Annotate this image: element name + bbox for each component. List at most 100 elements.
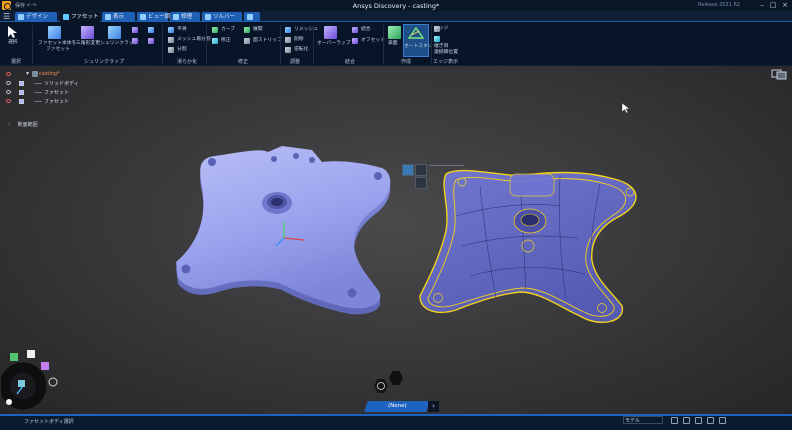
overlap-label: オーバーラップ [317, 41, 351, 46]
design-icon [18, 14, 24, 20]
tool-select-icon[interactable] [402, 164, 414, 176]
overlap-icon[interactable] [324, 26, 337, 39]
strip-label: 面ストリップ [253, 38, 282, 43]
visibility-eye-icon[interactable] [6, 90, 11, 94]
repair-icon [173, 14, 179, 20]
seam-icon[interactable] [434, 36, 440, 42]
view-icon [140, 14, 146, 20]
skin-icon[interactable] [388, 26, 401, 39]
cube-b-icon[interactable] [148, 27, 154, 33]
body-color-swatch [19, 90, 24, 95]
tab-facet[interactable]: ファセット [60, 12, 100, 22]
maximize-icon[interactable]: □ [768, 1, 778, 10]
visibility-eye-icon[interactable] [6, 81, 11, 85]
tab-design[interactable]: デザイン [15, 12, 57, 22]
body-color-swatch [19, 99, 24, 104]
menu-icon[interactable]: ☰ [3, 12, 10, 21]
visibility-eye-icon[interactable] [6, 72, 11, 76]
command-arrow-icon[interactable]: › [428, 401, 439, 412]
group-label-shrink: シュリンクラップ [84, 59, 125, 65]
smooth-icon[interactable] [168, 27, 174, 33]
facet-body-right[interactable] [419, 169, 637, 323]
cube-d-icon[interactable] [148, 38, 154, 44]
edge-label: エッジ [434, 26, 449, 31]
group-label-adjust: 調整 [290, 59, 301, 65]
status-field-label: モデル [625, 418, 641, 424]
remesh-adjust-label: リメッシュ [294, 27, 318, 32]
tree-root[interactable]: ▾ casting* [6, 70, 86, 79]
component-icon [32, 71, 38, 77]
visibility-eye-icon[interactable] [6, 99, 11, 103]
strip-icon[interactable] [244, 38, 250, 44]
facet-body-left[interactable] [176, 146, 391, 315]
reverse-label: 逆転化 [294, 47, 309, 52]
expand-icon[interactable] [244, 27, 250, 33]
combine-icon[interactable] [352, 27, 358, 33]
tab-view[interactable]: ビュー調整 [137, 12, 176, 22]
reverse-icon[interactable] [285, 47, 291, 53]
cube-c-icon[interactable] [132, 38, 138, 44]
split-icon[interactable] [168, 47, 174, 53]
ribbon: 選択 ファセット本体を ファセット 三角形変更 シュリンクラップ シュリンクラッ… [0, 22, 792, 66]
tree-item[interactable]: ソリッドボディ [6, 79, 86, 88]
cube-a-icon[interactable] [132, 27, 138, 33]
split-label: 分割 [177, 47, 187, 52]
status-icon-3[interactable] [695, 417, 702, 424]
status-icon-1[interactable] [671, 417, 678, 424]
release-label: Release 2021 R2 [698, 2, 741, 8]
smooth-label: 平滑 [177, 27, 187, 32]
tree-item[interactable]: ファセット [6, 97, 86, 106]
title-bar: 保存 ↶ ↷ Ansys Discovery - casting* Releas… [0, 0, 792, 11]
minimize-icon[interactable]: – [757, 1, 767, 10]
expand-arrow-icon: › [8, 122, 10, 128]
navigation-wheel[interactable] [1, 348, 65, 414]
window-title: Ansys Discovery - casting* [352, 2, 440, 10]
tree-item-label: ソリッドボディ [44, 81, 79, 87]
status-icon-5[interactable] [719, 417, 726, 424]
facet-convert-icon[interactable] [48, 26, 61, 39]
display-icon [105, 14, 111, 20]
tree-item[interactable]: ファセット [6, 88, 86, 97]
select-label: 選択 [8, 40, 18, 45]
group-label-edge: エッジ表示 [433, 59, 459, 65]
view-options-icon[interactable] [771, 68, 787, 80]
close-icon[interactable]: × [780, 1, 790, 10]
select-cursor-icon[interactable] [7, 25, 19, 39]
remesh-adjust-icon[interactable] [285, 27, 291, 33]
status-icon-4[interactable] [707, 417, 714, 424]
facet-icon [63, 14, 69, 20]
nav-pan-icon [6, 399, 12, 405]
floating-toolbar [401, 163, 429, 193]
shrinkwrap-icon[interactable] [108, 26, 121, 39]
command-label: (None) [387, 403, 407, 409]
nav-purple-cube-icon [41, 362, 49, 370]
model-scene [176, 102, 637, 323]
expand-toggle-icon[interactable]: ▾ [26, 70, 29, 77]
status-bar: ファセットボディ選択 モデル [0, 414, 792, 430]
structure-tree: ▾ casting* ソリッドボディ ファセット ファセット [6, 70, 86, 106]
curve-icon[interactable] [212, 27, 218, 33]
subdivide-icon[interactable] [81, 26, 94, 39]
tool-edge-icon[interactable] [415, 177, 427, 189]
command-tab[interactable]: (None) [364, 401, 430, 412]
offset-icon[interactable] [352, 38, 358, 44]
lock-icon [377, 382, 385, 390]
delete-icon[interactable] [285, 37, 291, 43]
solver-icon [205, 14, 211, 20]
skin-label: 表面 [388, 41, 398, 46]
status-text: ファセットボディ選択 [24, 419, 74, 425]
expand-label: 展開 [253, 27, 263, 32]
fix-icon[interactable] [212, 38, 218, 44]
continuous-label: 連続縁位置 [434, 50, 458, 55]
offset-label: オフセット [361, 38, 385, 43]
section-range-row[interactable]: › 断面範囲 [8, 121, 38, 128]
status-icon-2[interactable] [683, 417, 690, 424]
tree-item-label: ファセット [44, 99, 70, 105]
tool-face-icon[interactable] [415, 164, 427, 176]
remesh-icon[interactable] [168, 37, 174, 43]
tab-extra[interactable] [244, 12, 260, 22]
group-label-fix: 修正 [238, 59, 249, 65]
tab-solver[interactable]: ソルバー [202, 12, 242, 22]
tab-repair[interactable]: 修理 [170, 12, 200, 22]
tab-display[interactable]: 表示 [102, 12, 135, 22]
